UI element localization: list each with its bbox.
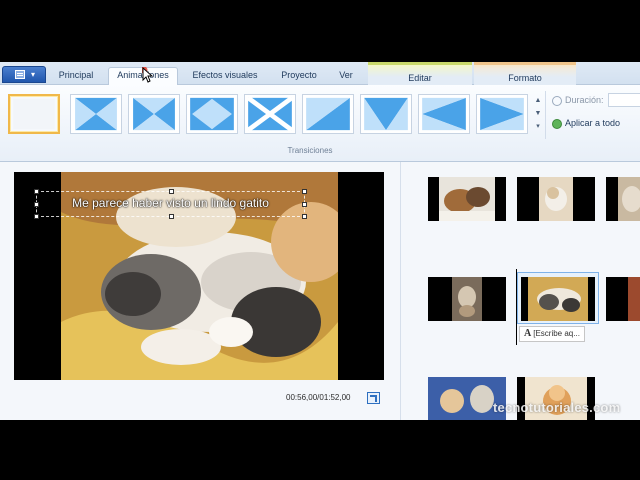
storyboard-clip-1[interactable] (428, 177, 506, 221)
duration-input[interactable] (608, 93, 640, 107)
screen-frame: ▾ Principal Animaciones Efectos visuales… (0, 0, 640, 480)
apply-to-all-button[interactable]: Aplicar a todo (565, 118, 620, 128)
chevron-down-icon: ▾ (31, 70, 36, 79)
preview-monitor[interactable]: Me parece haber visto un lindo gatito (14, 172, 384, 380)
transition-arrow-right[interactable] (476, 94, 528, 134)
transition-diagonal-wipe[interactable] (302, 94, 354, 134)
storyboard-clip-2[interactable] (517, 177, 595, 221)
tab-editar[interactable]: Editar (368, 62, 472, 85)
transition-hourglass-vertical[interactable] (70, 94, 122, 134)
pane-divider[interactable] (400, 162, 401, 420)
transition-chevron-down[interactable] (360, 94, 412, 134)
caption-chip[interactable]: A [Escribe aq... (519, 326, 585, 342)
transition-arrow-left[interactable] (418, 94, 470, 134)
movie-maker-window: ▾ Principal Animaciones Efectos visuales… (0, 62, 640, 420)
fullscreen-preview-button[interactable] (367, 392, 380, 404)
scroll-up-icon[interactable]: ▲ (533, 94, 543, 107)
resize-handle[interactable] (169, 214, 174, 219)
transition-hourglass-horizontal[interactable] (128, 94, 180, 134)
caption-chip-label: [Escribe aq... (533, 329, 580, 338)
transition-x-cross[interactable] (244, 94, 296, 134)
tab-principal[interactable]: Principal (50, 68, 102, 85)
scroll-down-icon[interactable]: ▼ (533, 107, 543, 120)
watermark: tecnotutoriales.com (493, 400, 621, 415)
tab-proyecto[interactable]: Proyecto (272, 68, 326, 85)
ribbon-body: ▲ ▼ ▾ Duración: Aplicar a todo Transicio… (0, 85, 640, 162)
ribbon-tab-row: ▾ Principal Animaciones Efectos visuales… (0, 62, 640, 86)
caption-text[interactable]: Me parece haber visto un lindo gatito (36, 196, 305, 210)
tab-formato[interactable]: Formato (474, 62, 576, 85)
storyboard-clip-3[interactable] (606, 177, 640, 221)
resize-handle[interactable] (169, 189, 174, 194)
insertion-cursor (516, 269, 517, 345)
resize-handle[interactable] (34, 214, 39, 219)
storyboard-clip-6[interactable] (606, 277, 640, 321)
caption-text-icon: A (524, 328, 532, 339)
duration-label: Duración: (565, 95, 604, 105)
group-separator (545, 91, 546, 139)
gallery-scroll: ▲ ▼ ▾ (533, 94, 543, 136)
application-menu-button[interactable]: ▾ (2, 66, 46, 83)
app-menu-icon (15, 70, 25, 79)
mouse-cursor-icon (142, 67, 153, 83)
clock-icon (552, 96, 562, 106)
resize-handle[interactable] (34, 189, 39, 194)
group-label-transitions: Transiciones (287, 146, 333, 155)
gallery-more-icon[interactable]: ▾ (533, 120, 543, 133)
transition-diamond[interactable] (186, 94, 238, 134)
storyboard-clip-4[interactable] (428, 277, 506, 321)
transition-none[interactable] (8, 94, 60, 134)
resize-handle[interactable] (302, 214, 307, 219)
apply-all-icon (552, 119, 562, 129)
timecode: 00:56,00/01:52,00 (286, 393, 351, 402)
tab-ver[interactable]: Ver (332, 68, 360, 85)
resize-handle[interactable] (302, 189, 307, 194)
storyboard-clip-5[interactable] (521, 277, 595, 321)
tab-efectos-visuales[interactable]: Efectos visuales (184, 68, 266, 85)
